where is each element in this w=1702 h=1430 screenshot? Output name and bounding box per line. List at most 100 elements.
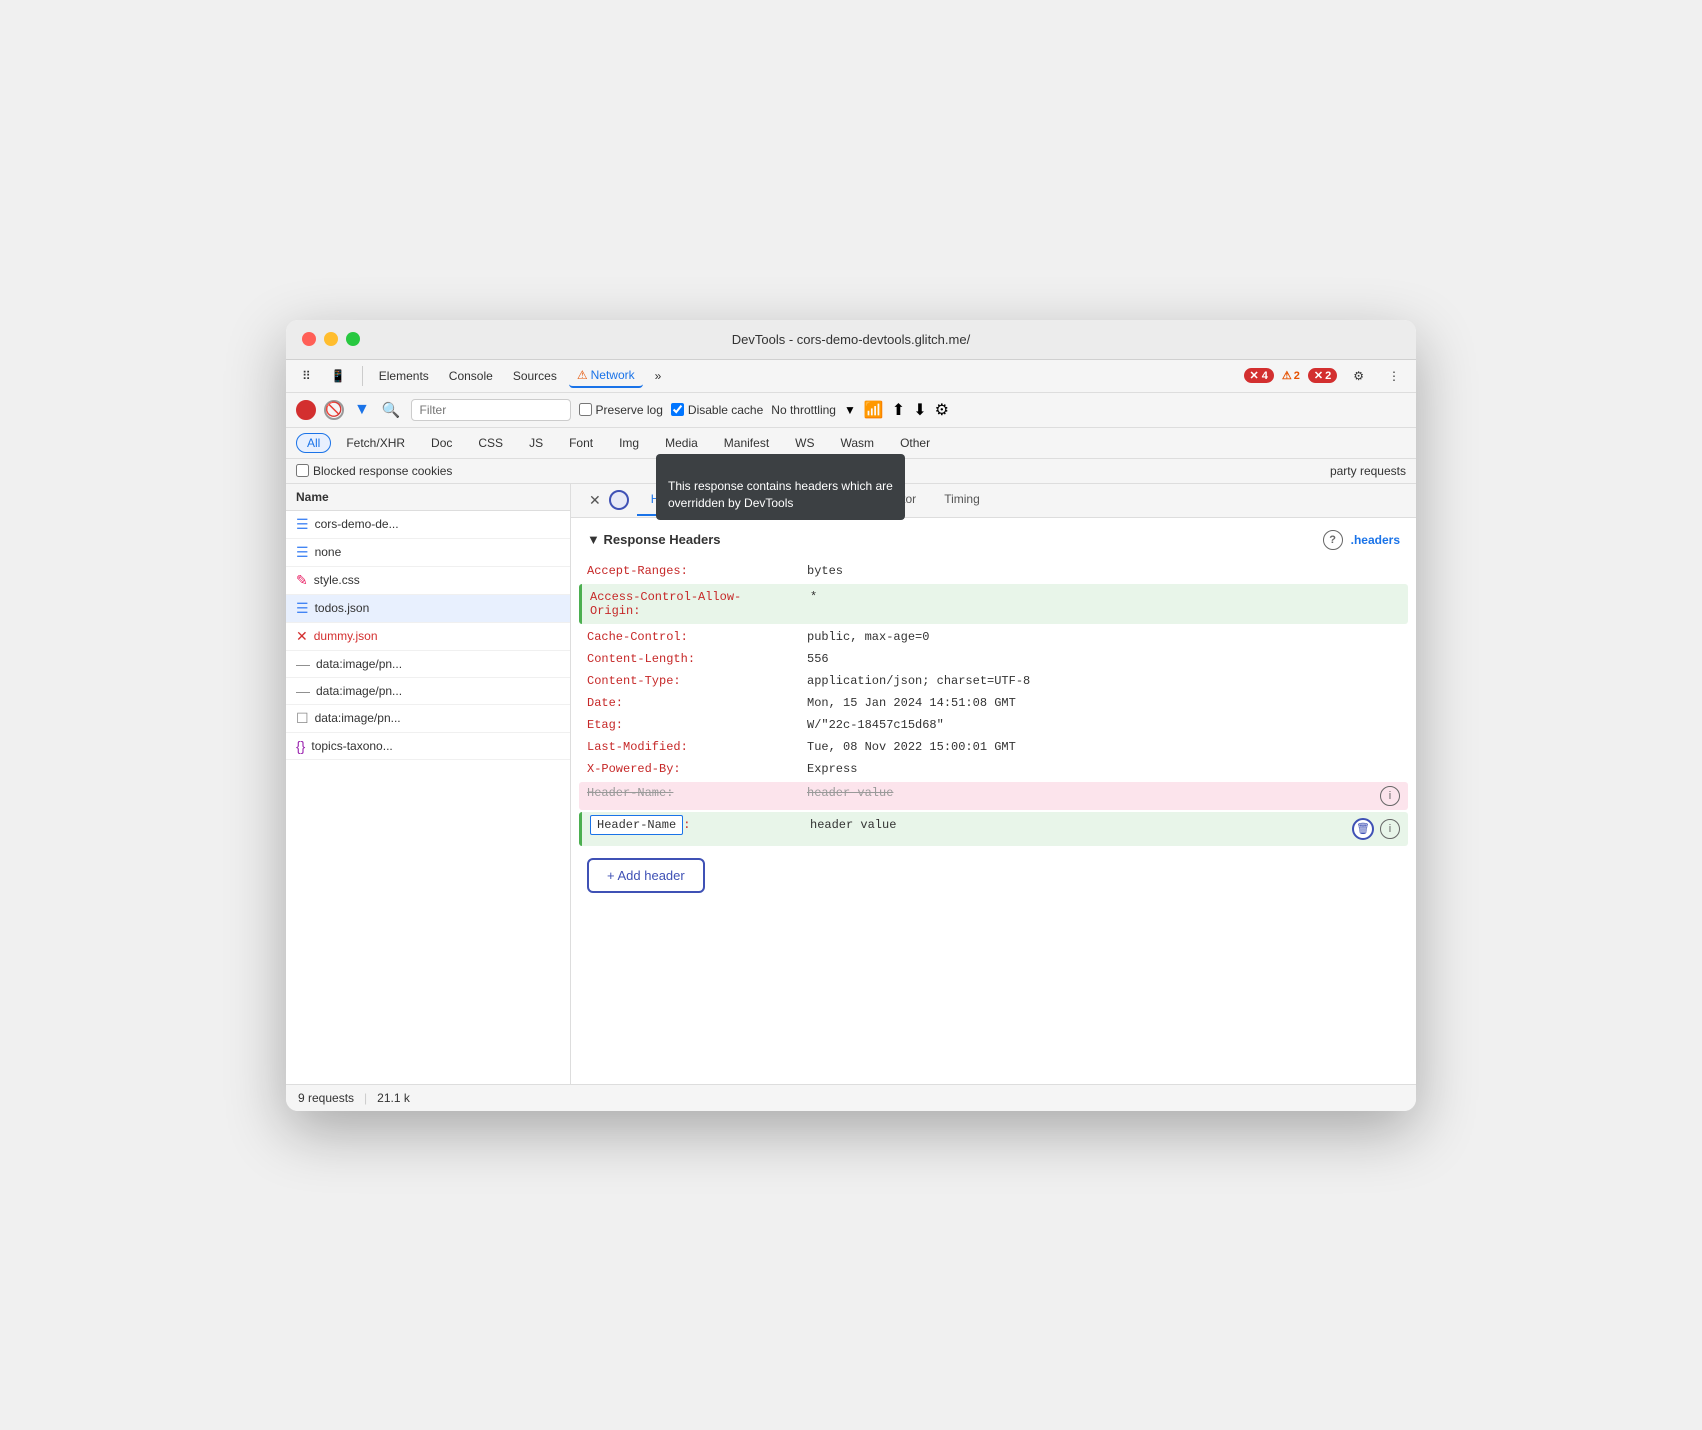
list-item[interactable]: — data:image/pn... <box>286 651 570 678</box>
tooltip-box: This response contains headers which are… <box>656 454 905 520</box>
header-value: application/json; charset=UTF-8 <box>807 674 1400 688</box>
header-key: Content-Type: <box>587 674 807 688</box>
filter-img[interactable]: Img <box>608 433 650 453</box>
tab-network[interactable]: ⚠ Network <box>569 364 643 388</box>
error-badge-2: ✕ 2 <box>1308 368 1337 383</box>
main-toolbar: ⠿ 📱 Elements Console Sources ⚠ Network »… <box>286 360 1416 393</box>
upload-icon[interactable]: ⬆ <box>892 400 905 420</box>
filter-font[interactable]: Font <box>558 433 604 453</box>
request-name: topics-taxono... <box>311 739 392 753</box>
filter-doc[interactable]: Doc <box>420 433 463 453</box>
filter-ws[interactable]: WS <box>784 433 825 453</box>
header-value: W/"22c-18457c15d68" <box>807 718 1400 732</box>
list-item-selected[interactable]: ☰ todos.json <box>286 595 570 623</box>
header-actions: 🗑 i <box>1352 818 1400 840</box>
more-options-button[interactable]: ⋮ <box>1380 365 1408 387</box>
transfer-size: 21.1 k <box>377 1091 410 1105</box>
filter-js[interactable]: JS <box>518 433 554 453</box>
list-item[interactable]: ✕ dummy.json <box>286 623 570 651</box>
header-value: 556 <box>807 652 1400 666</box>
device-toggle-button[interactable]: 📱 <box>323 365 354 387</box>
json-icon: {} <box>296 738 305 754</box>
header-key-deleted: Header-Name: <box>587 786 807 800</box>
maximize-button[interactable] <box>346 332 360 346</box>
request-name: cors-demo-de... <box>315 517 399 531</box>
circle-indicator <box>609 490 629 510</box>
filter-fetch-xhr[interactable]: Fetch/XHR <box>335 433 416 453</box>
device-icon: 📱 <box>331 369 346 383</box>
header-row: Cache-Control: public, max-age=0 <box>587 626 1400 648</box>
stop-recording-button[interactable] <box>296 400 316 420</box>
request-name: data:image/pn... <box>316 657 402 671</box>
close-button[interactable] <box>302 332 316 346</box>
tab-console[interactable]: Console <box>441 365 501 387</box>
request-name: dummy.json <box>314 629 378 643</box>
error-badge-1: ✕ 4 <box>1244 368 1274 383</box>
select-tool-button[interactable]: ⠿ <box>294 365 319 387</box>
warning-icon: ⚠ <box>577 368 588 382</box>
preserve-log-checkbox[interactable]: Preserve log <box>579 403 663 417</box>
header-row: X-Powered-By: Express <box>587 758 1400 780</box>
filter-css[interactable]: CSS <box>467 433 514 453</box>
network-settings-icon[interactable]: ⚙ <box>935 400 949 420</box>
settings-button[interactable]: ⚙ <box>1345 365 1372 387</box>
filter-wasm[interactable]: Wasm <box>830 433 886 453</box>
header-key: Cache-Control: <box>587 630 807 644</box>
blocked-cookies-checkbox[interactable] <box>296 464 309 477</box>
search-icon[interactable]: 🔍 <box>380 399 403 421</box>
list-item[interactable]: ☐ data:image/pn... <box>286 705 570 733</box>
filter-manifest[interactable]: Manifest <box>713 433 780 453</box>
request-name: todos.json <box>315 601 370 615</box>
add-header-button[interactable]: + Add header <box>587 858 705 893</box>
throttle-dropdown-icon[interactable]: ▼ <box>844 403 856 417</box>
list-item[interactable]: {} topics-taxono... <box>286 733 570 760</box>
img-icon: — <box>296 656 310 672</box>
headers-file-link[interactable]: .headers <box>1351 533 1400 547</box>
title-bar: DevTools - cors-demo-devtools.glitch.me/ <box>286 320 1416 360</box>
blocked-bar: Blocked response cookies This response c… <box>286 459 1416 484</box>
filter-media[interactable]: Media <box>654 433 709 453</box>
header-name-input[interactable]: Header-Name <box>590 815 683 835</box>
header-info-icon[interactable]: i <box>1380 786 1400 806</box>
filter-icon[interactable]: ▼ <box>352 399 372 421</box>
list-item[interactable]: ☰ none <box>286 539 570 567</box>
filter-other[interactable]: Other <box>889 433 941 453</box>
section-title-actions: ? .headers <box>1323 530 1400 550</box>
minimize-button[interactable] <box>324 332 338 346</box>
download-icon[interactable]: ⬇ <box>913 400 926 420</box>
disable-cache-checkbox[interactable]: Disable cache <box>671 403 763 417</box>
header-info-icon-2[interactable]: i <box>1380 819 1400 839</box>
header-value-editable: header value <box>810 818 1352 832</box>
tab-sources[interactable]: Sources <box>505 365 565 387</box>
headers-content: ▼ Response Headers ? .headers Accept-Ran… <box>571 518 1416 1084</box>
header-value: Tue, 08 Nov 2022 15:00:01 GMT <box>807 740 1400 754</box>
filter-bar: 🚫 ▼ 🔍 Preserve log Disable cache No thro… <box>286 393 1416 428</box>
request-name: none <box>315 545 342 559</box>
response-headers-title: ▼ Response Headers ? .headers <box>587 530 1400 550</box>
header-value-deleted: header value <box>807 786 1380 800</box>
header-value: public, max-age=0 <box>807 630 1400 644</box>
tab-more[interactable]: » <box>647 365 670 387</box>
requests-list: ☰ cors-demo-de... ☰ none ✎ style.css ☰ t… <box>286 511 570 1084</box>
toolbar-separator-1 <box>362 366 363 386</box>
list-item[interactable]: ✎ style.css <box>286 567 570 595</box>
error-icon: ✕ <box>296 628 308 645</box>
header-value: Express <box>807 762 1400 776</box>
requests-panel: Name ☰ cors-demo-de... ☰ none ✎ style.cs… <box>286 484 571 1084</box>
select-icon: ⠿ <box>302 369 311 383</box>
doc-icon: ☰ <box>296 516 309 533</box>
header-key: Date: <box>587 696 807 710</box>
header-row-highlighted: Access-Control-Allow-Origin: * <box>579 584 1408 624</box>
close-details-button[interactable]: ✕ <box>581 484 609 517</box>
delete-header-button[interactable]: 🗑 <box>1352 818 1374 840</box>
blocked-cookies-label: Blocked response cookies <box>313 464 452 478</box>
clear-button[interactable]: 🚫 <box>324 400 344 420</box>
filter-input[interactable] <box>411 399 571 421</box>
list-item[interactable]: — data:image/pn... <box>286 678 570 705</box>
tab-timing[interactable]: Timing <box>930 484 994 516</box>
filter-all[interactable]: All <box>296 433 331 453</box>
tab-elements[interactable]: Elements <box>371 365 437 387</box>
list-item[interactable]: ☰ cors-demo-de... <box>286 511 570 539</box>
main-content: Name ☰ cors-demo-de... ☰ none ✎ style.cs… <box>286 484 1416 1084</box>
help-icon[interactable]: ? <box>1323 530 1343 550</box>
